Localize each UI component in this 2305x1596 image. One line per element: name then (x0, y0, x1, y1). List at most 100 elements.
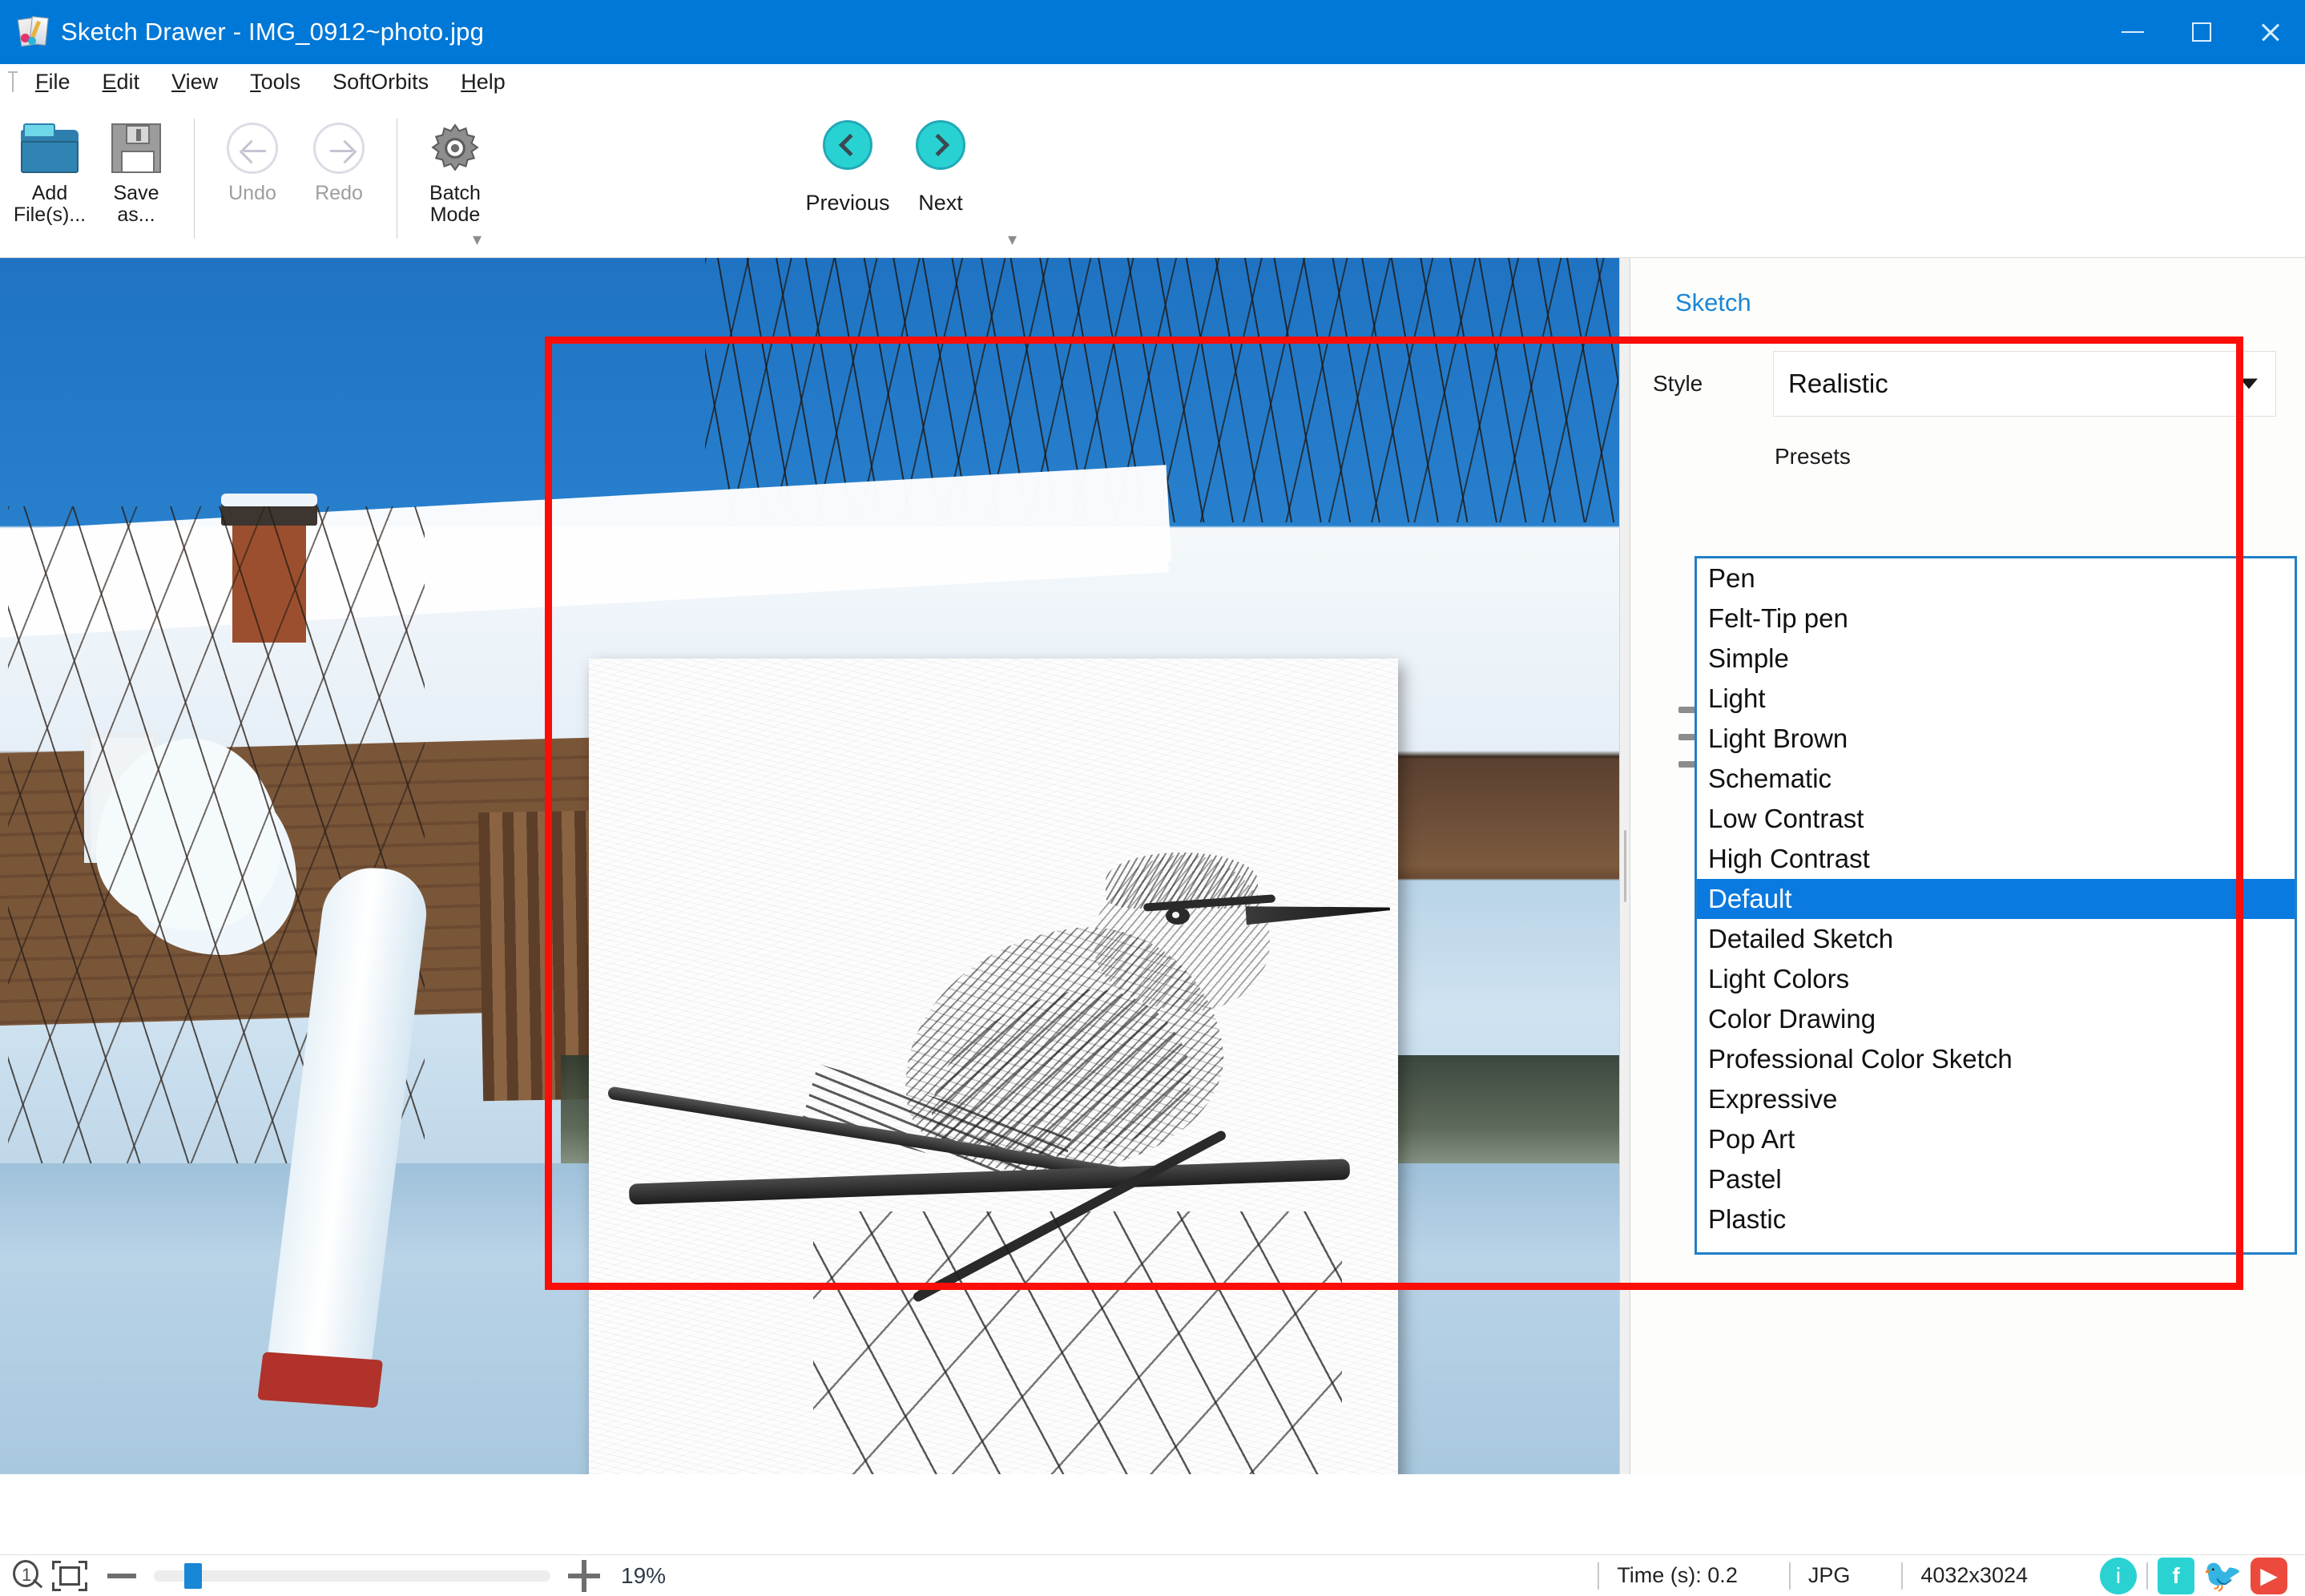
menu-grip-handle[interactable] (6, 70, 19, 94)
batch-mode-button[interactable]: Batch Mode (412, 107, 498, 248)
zoom-1to1-icon[interactable]: 1 (11, 1558, 46, 1594)
sketch-preview-image (589, 659, 1398, 1474)
sketch-drawer-icon (17, 15, 50, 48)
image-canvas[interactable] (0, 258, 1619, 1474)
menu-item-help[interactable]: Help (445, 66, 522, 98)
dropdown-item[interactable]: Expressive (1697, 1079, 2295, 1119)
facebook-icon[interactable]: f (2158, 1557, 2194, 1594)
status-divider-4 (2146, 1562, 2148, 1590)
previous-label: Previous (805, 191, 890, 215)
batch-mode-label-line1: Batch (429, 182, 481, 204)
dropdown-item[interactable]: Default (1697, 879, 2295, 919)
dropdown-item[interactable]: Detailed Sketch (1697, 919, 2295, 959)
status-divider-3 (1901, 1562, 1904, 1590)
floppy-disk-icon (111, 117, 161, 179)
menu-bar: File Edit View Tools SoftOrbits Help (0, 64, 2305, 99)
redo-arrow-icon (313, 117, 365, 179)
menu-label-tools-rest: ools (260, 69, 301, 94)
dropdown-item[interactable]: Plastic (1697, 1199, 2295, 1239)
menu-item-edit[interactable]: Edit (87, 66, 156, 98)
menu-label-edit-rest: dit (116, 69, 140, 94)
status-bar: 1 19% Time (s): 0.2 JPG 4032x3024 i f 🐦 … (0, 1554, 2305, 1596)
dropdown-item[interactable]: Pen (1697, 558, 2295, 598)
dropdown-item[interactable]: Light (1697, 679, 2295, 719)
status-divider-2 (1788, 1562, 1791, 1590)
dropdown-item[interactable]: Simple (1697, 639, 2295, 679)
dropdown-item[interactable]: Light Colors (1697, 959, 2295, 999)
add-files-label-line2: File(s)... (13, 204, 87, 226)
dropdown-item[interactable]: Low Contrast (1697, 799, 2295, 839)
fit-to-window-icon[interactable] (50, 1558, 90, 1594)
dropdown-item[interactable]: Schematic (1697, 759, 2295, 799)
menu-item-file[interactable]: File (19, 66, 87, 98)
dropdown-item[interactable]: Pop Art (1697, 1119, 2295, 1159)
processing-time-label: Time (s): 0.2 (1617, 1563, 1738, 1587)
next-label: Next (918, 191, 963, 215)
dropdown-item[interactable]: Professional Color Sketch (1697, 1039, 2295, 1079)
title-bar: Sketch Drawer - IMG_0912~photo.jpg (0, 0, 2305, 64)
window-controls (2098, 0, 2305, 64)
dropdown-item[interactable]: High Contrast (1697, 839, 2295, 879)
chevron-right-circle-icon (916, 120, 965, 170)
zoom-in-button[interactable] (568, 1559, 600, 1592)
close-button[interactable] (2236, 0, 2305, 64)
toolbar-overflow-chevron-1[interactable]: ▾ (473, 229, 482, 250)
dropdown-item[interactable]: Light Brown (1697, 719, 2295, 759)
panel-title: Sketch (1675, 288, 1751, 316)
toolbar-separator-1 (194, 119, 195, 239)
style-select[interactable]: Realistic (1773, 351, 2276, 417)
redo-button[interactable]: Redo (296, 107, 382, 248)
info-icon[interactable]: i (2100, 1557, 2137, 1594)
youtube-icon[interactable]: ▶ (2251, 1557, 2287, 1594)
previous-button[interactable]: Previous (801, 107, 894, 248)
social-links: i f 🐦 ▶ (2100, 1557, 2287, 1594)
zoom-out-button[interactable] (107, 1573, 136, 1578)
redo-label: Redo (315, 182, 363, 204)
chevron-down-icon (2240, 378, 2258, 389)
style-row: Style Realistic (1630, 351, 2305, 417)
maximize-button[interactable] (2167, 0, 2236, 64)
maximize-icon (2192, 22, 2211, 42)
menu-label-softorbits: SoftOrbits (332, 69, 429, 94)
gear-icon (429, 117, 482, 179)
twitter-icon[interactable]: 🐦 (2202, 1558, 2243, 1594)
next-button[interactable]: Next (894, 107, 987, 248)
menu-label-file-rest: ile (48, 69, 71, 94)
presets-dropdown-list[interactable]: Pen Felt-Tip pen Simple Light Light Brown Sch… (1694, 556, 2297, 1255)
zoom-level-value: 19% (621, 1562, 667, 1588)
add-files-button[interactable]: Add File(s)... (6, 107, 93, 248)
undo-button[interactable]: Undo (209, 107, 296, 248)
style-label: Style (1653, 371, 1703, 396)
save-as-label-line1: Save (113, 182, 159, 204)
dropdown-item[interactable]: Pastel (1697, 1159, 2295, 1199)
menu-label-view-rest: iew (185, 69, 219, 94)
batch-mode-label-line2: Mode (429, 204, 481, 226)
application-window: Sketch Drawer - IMG_0912~photo.jpg File … (0, 0, 2305, 1596)
window-title: Sketch Drawer - IMG_0912~photo.jpg (61, 18, 485, 46)
save-as-label-line2: as... (117, 204, 155, 226)
dropdown-item[interactable]: Color Drawing (1697, 999, 2295, 1039)
toolbar-overflow-chevron-2[interactable]: ▾ (1008, 229, 1017, 250)
sketch-preview-window[interactable] (589, 659, 1398, 1474)
twigs-sketch (813, 1211, 1342, 1474)
file-format-label: JPG (1807, 1563, 1851, 1587)
undo-label: Undo (228, 182, 276, 204)
style-selected-value: Realistic (1788, 369, 1888, 398)
menu-item-tools[interactable]: Tools (234, 66, 316, 98)
main-toolbar: Add File(s)... Save as... Undo Redo Batc… (0, 99, 2305, 258)
menu-item-view[interactable]: View (155, 66, 234, 98)
chevron-left-circle-icon (823, 120, 872, 170)
menu-item-softorbits[interactable]: SoftOrbits (316, 66, 445, 98)
dropdown-item[interactable]: Felt-Tip pen (1697, 598, 2295, 639)
zoom-slider[interactable] (154, 1562, 550, 1589)
presets-label: Presets (1775, 444, 1851, 469)
add-files-label-line1: Add (31, 182, 68, 204)
image-dimensions-label: 4032x3024 (1920, 1563, 2028, 1587)
status-divider-1 (1598, 1562, 1600, 1590)
minimize-icon (2122, 31, 2144, 33)
close-icon (2259, 21, 2282, 43)
save-as-button[interactable]: Save as... (93, 107, 179, 248)
zoom-slider-thumb[interactable] (184, 1562, 202, 1589)
panel-splitter[interactable] (1619, 258, 1630, 1474)
minimize-button[interactable] (2098, 0, 2167, 64)
